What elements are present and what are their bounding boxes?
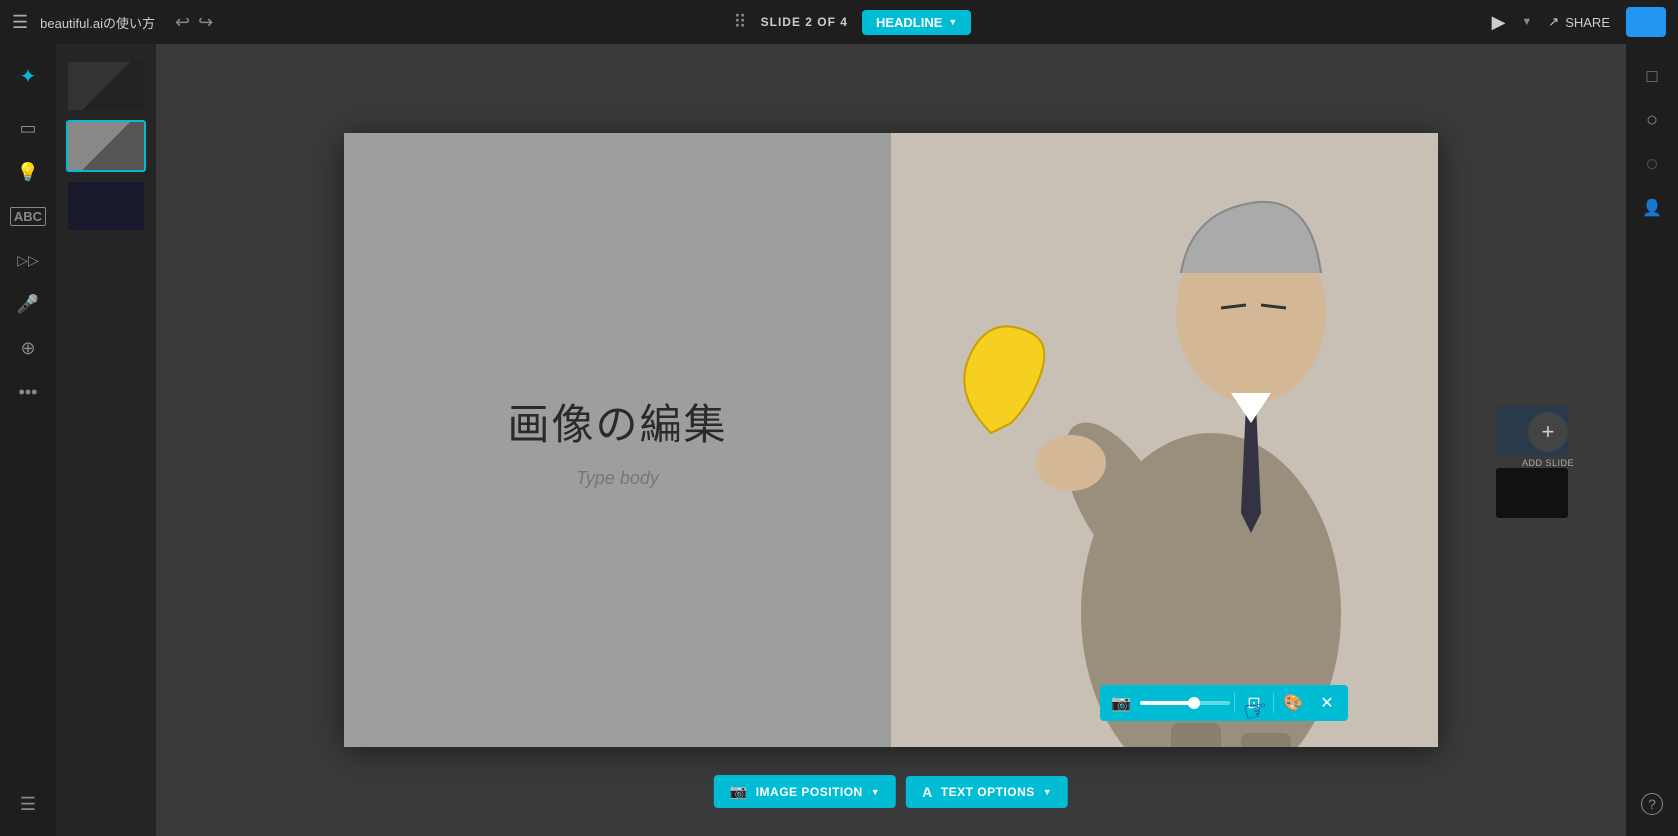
text-options-label: TEXT OPTIONS <box>941 785 1035 799</box>
sidebar-help[interactable]: ? <box>1632 784 1672 824</box>
slide-title[interactable]: 画像の編集 <box>507 391 727 452</box>
add-slide-label: ADD SLIDE <box>1522 458 1574 468</box>
slide-panel <box>56 44 156 836</box>
close-tool-button[interactable]: ✕ <box>1312 689 1342 717</box>
right-thumb-2[interactable] <box>1496 468 1568 518</box>
right-sidebar: □ ○ ◌ 👤 ? <box>1626 44 1678 836</box>
help-icon: ? <box>1641 793 1663 815</box>
toolbar-divider-2 <box>1273 693 1274 713</box>
menu-icon[interactable]: ☰ <box>12 12 28 33</box>
text-bottom-icon: A <box>922 784 933 800</box>
chat-icon: □ <box>1647 66 1658 87</box>
palette-icon: 🎨 <box>1283 693 1303 713</box>
slider-thumb <box>1188 697 1200 709</box>
thumb-1-preview <box>68 62 144 110</box>
cursor-icon: ⊕ <box>20 338 35 359</box>
image-position-label: IMAGE POSITION <box>756 785 863 799</box>
zoom-slider[interactable] <box>1140 701 1230 705</box>
sidebar-item-text[interactable]: ABC <box>8 196 48 236</box>
canvas-area: + ADD SLIDE 画像の編集 Type body <box>156 44 1626 836</box>
slide-left-panel: 画像の編集 Type body <box>344 133 891 747</box>
bottom-toolbar: 📷 IMAGE POSITION A TEXT OPTIONS <box>714 775 1068 808</box>
account-icon: ○ <box>1646 109 1658 132</box>
undo-redo-group: ↩ ↪ <box>175 12 213 33</box>
slide-body-placeholder[interactable]: Type body <box>576 468 659 489</box>
share-icon: ↗ <box>1548 14 1559 30</box>
headline-button[interactable]: HEADLINE <box>862 10 971 35</box>
redo-button[interactable]: ↪ <box>198 12 213 33</box>
sidebar-person-add[interactable]: 👤 <box>1632 188 1672 228</box>
slide-thumb-2[interactable] <box>66 120 146 172</box>
topbar-center: ⠿ SLIDE 2 OF 4 HEADLINE <box>213 10 1491 35</box>
slide-indicator: SLIDE 2 OF 4 <box>761 15 848 29</box>
sidebar-chat[interactable]: □ <box>1632 56 1672 96</box>
left-sidebar: ✦ ▭ 💡 ABC ▷▷ 🎤 ⊕ ••• ☰ <box>0 44 56 836</box>
upgrade-button[interactable] <box>1626 7 1666 37</box>
camera-tool-button[interactable]: 📷 <box>1106 689 1136 717</box>
thumb-2-preview <box>68 122 144 170</box>
camera-icon: 📷 <box>1111 693 1131 713</box>
undo-button[interactable]: ↩ <box>175 12 190 33</box>
palette-tool-button[interactable]: 🎨 <box>1278 689 1308 717</box>
sidebar-item-cursor[interactable]: ⊕ <box>8 328 48 368</box>
slide-canvas: 画像の編集 Type body <box>344 133 1438 747</box>
sidebar-dashed-circle[interactable]: ◌ <box>1632 144 1672 184</box>
share-label: SHARE <box>1565 15 1610 30</box>
mic-icon: 🎤 <box>17 294 39 315</box>
slide-thumb-1[interactable] <box>66 60 146 112</box>
logo-icon[interactable]: ✦ <box>8 56 48 96</box>
slide-thumb-3[interactable] <box>66 180 146 232</box>
app-title: beautiful.aiの使い方 <box>40 13 155 32</box>
slide-image: 📷 ⊡ 🎨 ✕ <box>891 133 1438 747</box>
notes-icon: ☰ <box>20 794 36 815</box>
sidebar-item-slides[interactable]: ▭ <box>8 108 48 148</box>
sidebar-item-mic[interactable]: 🎤 <box>8 284 48 324</box>
play-button[interactable]: ▶ <box>1492 12 1506 33</box>
slider-fill <box>1140 701 1194 705</box>
play-dropdown-icon[interactable]: ▼ <box>1521 16 1532 28</box>
image-toolbar: 📷 ⊡ 🎨 ✕ <box>1100 685 1348 721</box>
add-slide-circle: + <box>1528 412 1568 452</box>
animation-icon: ▷▷ <box>17 252 39 269</box>
dashed-circle-icon: ◌ <box>1646 153 1658 176</box>
sidebar-item-animation[interactable]: ▷▷ <box>8 240 48 280</box>
bulb-icon: 💡 <box>17 162 39 183</box>
person-add-icon: 👤 <box>1642 198 1662 218</box>
sidebar-item-notes[interactable]: ☰ <box>8 784 48 824</box>
image-position-button[interactable]: 📷 IMAGE POSITION <box>714 775 896 808</box>
sidebar-account[interactable]: ○ <box>1632 100 1672 140</box>
sidebar-item-more[interactable]: ••• <box>8 372 48 412</box>
hand-cursor: ☞ <box>1240 692 1270 729</box>
topbar-left: ☰ beautiful.aiの使い方 ↩ ↪ <box>12 12 213 33</box>
plus-icon: + <box>1542 419 1555 445</box>
sidebar-item-ideas[interactable]: 💡 <box>8 152 48 192</box>
toolbar-divider-1 <box>1234 693 1235 713</box>
slide-image-svg <box>891 133 1438 747</box>
add-slide-button[interactable]: + ADD SLIDE <box>1522 412 1574 468</box>
more-icon: ••• <box>19 382 38 403</box>
close-icon: ✕ <box>1320 693 1333 713</box>
share-button[interactable]: ↗ SHARE <box>1548 14 1610 30</box>
slides-icon: ▭ <box>19 118 36 139</box>
slide-right-panel[interactable]: 📷 ⊡ 🎨 ✕ <box>891 133 1438 747</box>
text-options-button[interactable]: A TEXT OPTIONS <box>906 776 1068 808</box>
text-icon: ABC <box>10 207 46 226</box>
grid-icon[interactable]: ⠿ <box>733 12 746 33</box>
camera-bottom-icon: 📷 <box>730 783 748 800</box>
thumb-3-preview <box>68 182 144 230</box>
topbar-right: ▶ ▼ ↗ SHARE <box>1492 7 1666 37</box>
topbar: ☰ beautiful.aiの使い方 ↩ ↪ ⠿ SLIDE 2 OF 4 HE… <box>0 0 1678 44</box>
